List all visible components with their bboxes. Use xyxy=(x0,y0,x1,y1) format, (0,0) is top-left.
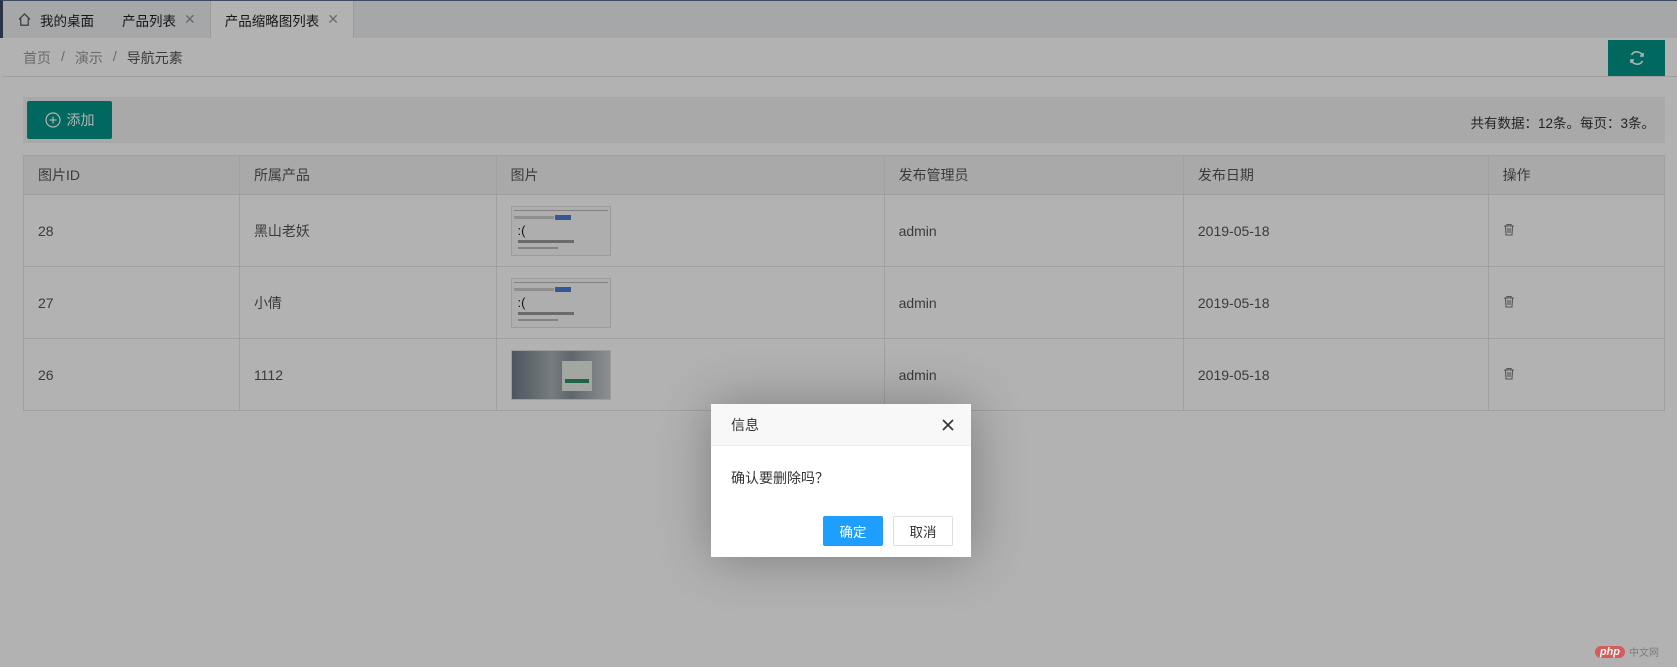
cancel-button[interactable]: 取消 xyxy=(893,516,953,546)
watermark-text: 中文网 xyxy=(1629,648,1659,659)
modal-overlay[interactable] xyxy=(0,0,1677,667)
close-icon[interactable] xyxy=(940,417,956,433)
watermark: php 中文网 xyxy=(1594,644,1659,659)
watermark-logo: php xyxy=(1594,645,1625,658)
confirm-button[interactable]: 确定 xyxy=(823,516,883,546)
confirm-dialog: 信息 确认要删除吗？ 确定 取消 xyxy=(711,404,971,557)
dialog-title: 信息 xyxy=(711,404,971,446)
dialog-message: 确认要删除吗？ xyxy=(731,470,829,486)
